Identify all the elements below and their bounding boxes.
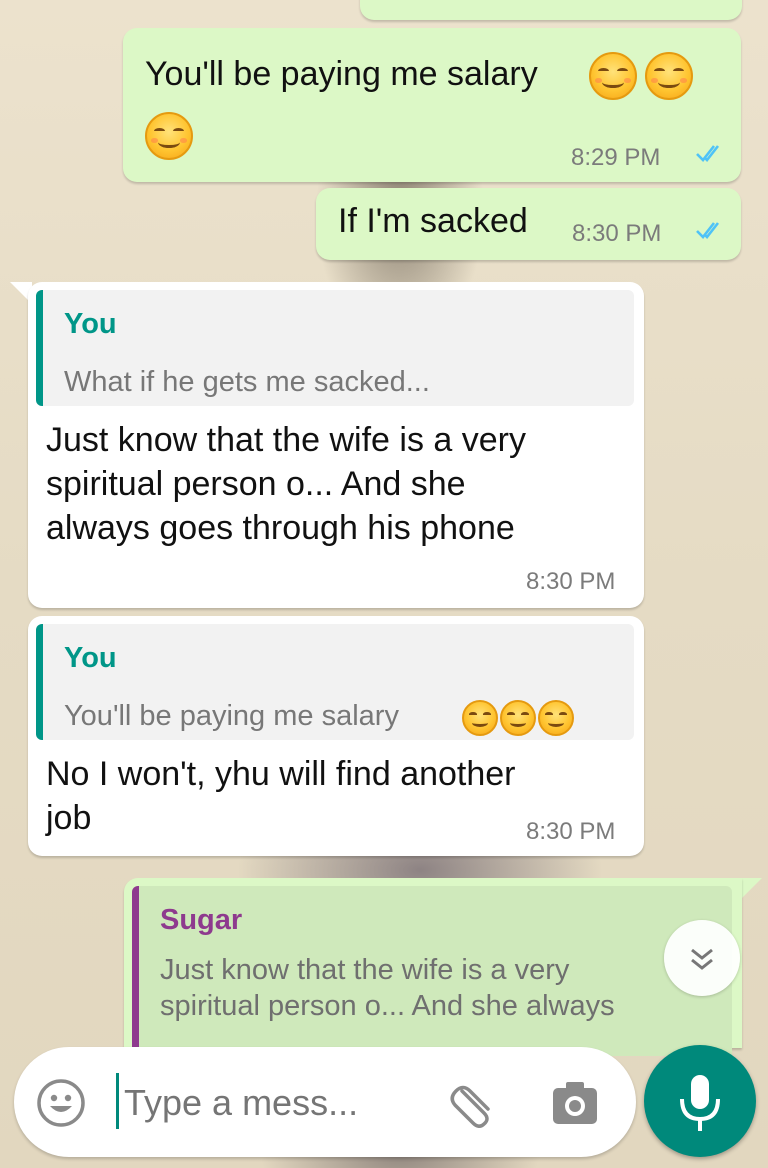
quote-accent-bar bbox=[132, 886, 139, 1056]
quote-author: You bbox=[64, 308, 117, 340]
smiling-face-icon bbox=[538, 700, 574, 736]
message-line: spiritual person o... And she bbox=[46, 465, 466, 503]
message-text: If I'm sacked bbox=[338, 202, 528, 240]
camera-button[interactable] bbox=[550, 1079, 600, 1127]
quote-text: spiritual person o... And she always bbox=[160, 990, 615, 1022]
message-time: 8:29 PM bbox=[571, 144, 661, 171]
message-bubble-outgoing[interactable]: You'll be paying me salary 8:29 PM bbox=[123, 28, 741, 182]
double-chevron-down-icon bbox=[691, 948, 713, 970]
smiling-face-icon bbox=[645, 52, 693, 100]
quoted-message[interactable]: You You'll be paying me salary bbox=[36, 624, 634, 740]
message-line: Just know that the wife is a very bbox=[46, 421, 526, 459]
emoji-button[interactable] bbox=[36, 1078, 86, 1128]
quote-accent-bar bbox=[36, 624, 43, 740]
message-bubble-incoming[interactable]: You You'll be paying me salary No I won'… bbox=[28, 616, 644, 856]
quote-text: Just know that the wife is a very bbox=[160, 954, 570, 986]
message-time: 8:30 PM bbox=[526, 568, 616, 595]
message-time: 8:30 PM bbox=[526, 818, 616, 845]
quote-text: What if he gets me sacked... bbox=[64, 366, 430, 398]
smiling-face-icon bbox=[462, 700, 498, 736]
double-check-icon bbox=[696, 145, 720, 162]
smiling-face-icon bbox=[145, 112, 193, 160]
voice-message-button[interactable] bbox=[644, 1045, 756, 1157]
microphone-icon bbox=[680, 1075, 720, 1131]
quoted-message[interactable]: You What if he gets me sacked... bbox=[36, 290, 634, 406]
message-text: You'll be paying me salary bbox=[145, 55, 538, 93]
bubble-tail bbox=[740, 878, 762, 900]
message-bubble-partial[interactable] bbox=[360, 0, 742, 20]
message-bubble-outgoing[interactable]: Sugar Just know that the wife is a very … bbox=[124, 878, 742, 1056]
text-cursor bbox=[116, 1073, 119, 1129]
quoted-message[interactable]: Sugar Just know that the wife is a very … bbox=[132, 886, 732, 1056]
message-bubble-incoming[interactable]: You What if he gets me sacked... Just kn… bbox=[28, 282, 644, 608]
smiling-face-icon bbox=[500, 700, 536, 736]
message-composer bbox=[14, 1047, 636, 1157]
message-line: No I won't, yhu will find another bbox=[46, 755, 516, 793]
scroll-to-bottom-button[interactable] bbox=[664, 920, 740, 996]
message-bubble-outgoing[interactable]: If I'm sacked 8:30 PM bbox=[316, 188, 741, 260]
message-line: job bbox=[46, 799, 92, 837]
quote-author: Sugar bbox=[160, 904, 243, 936]
paperclip-icon bbox=[450, 1085, 490, 1128]
smiling-face-icon bbox=[37, 1079, 85, 1127]
message-line: always goes through his phone bbox=[46, 509, 515, 547]
smiling-face-icon bbox=[589, 52, 637, 100]
message-time: 8:30 PM bbox=[572, 220, 662, 247]
quote-author: You bbox=[64, 642, 117, 674]
quote-text: You'll be paying me salary bbox=[64, 700, 399, 732]
camera-icon bbox=[553, 1082, 597, 1124]
double-check-icon bbox=[696, 222, 720, 239]
quote-accent-bar bbox=[36, 290, 43, 406]
attach-button[interactable] bbox=[446, 1077, 498, 1129]
message-input[interactable] bbox=[124, 1077, 424, 1129]
